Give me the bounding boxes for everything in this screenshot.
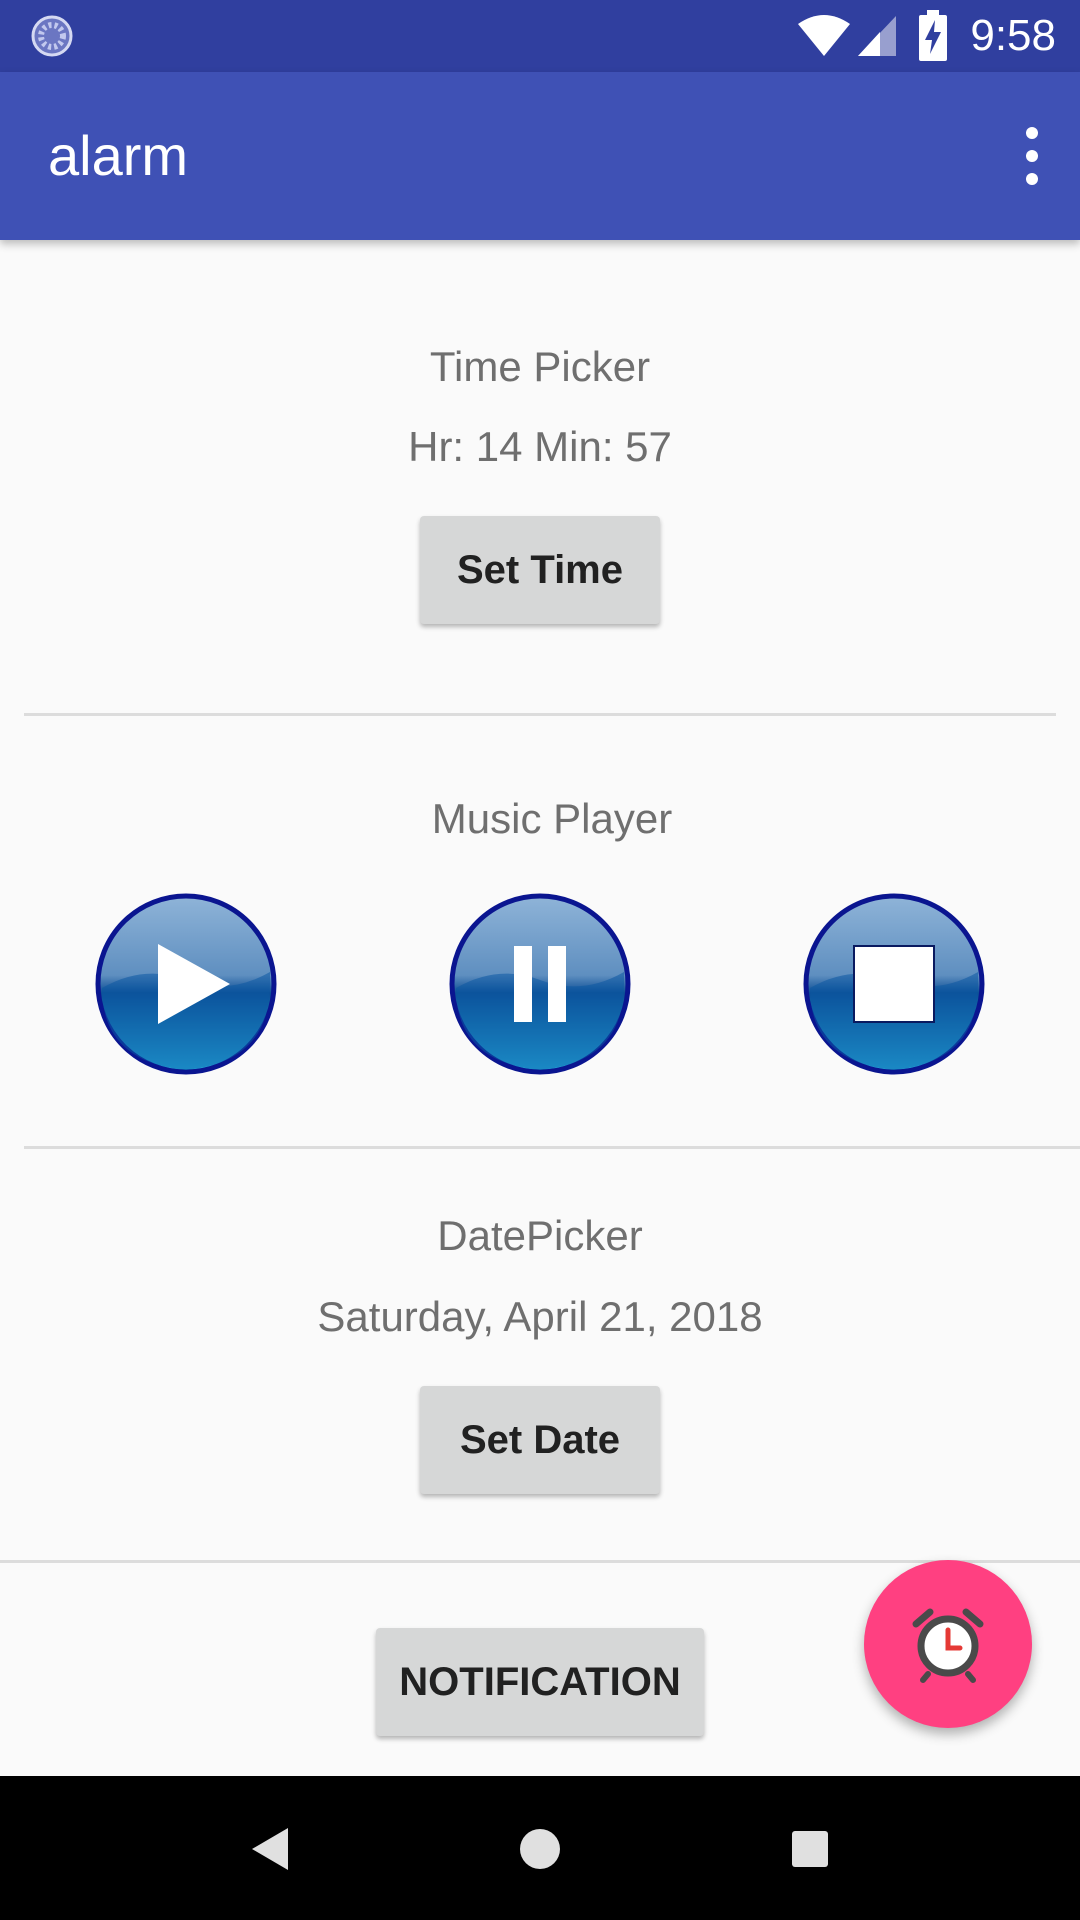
back-button[interactable]	[226, 1804, 316, 1894]
divider	[24, 713, 1056, 716]
alarm-clock-icon	[912, 1608, 984, 1683]
date-value: Saturday, April 21, 2018	[317, 1293, 763, 1340]
divider	[0, 1560, 1080, 1563]
set-date-button[interactable]: Set Date	[420, 1386, 660, 1494]
pause-icon	[449, 893, 631, 1075]
status-bar: 9:58	[0, 0, 1080, 72]
app-title: alarm	[48, 124, 189, 187]
sync-icon	[31, 15, 73, 57]
music-player-title: Music Player	[431, 795, 673, 842]
date-picker-title: DatePicker	[437, 1212, 643, 1259]
app-bar: alarm	[0, 72, 1080, 240]
time-value: Hr: 14 Min: 57	[408, 423, 672, 470]
battery-charging-icon	[919, 10, 947, 61]
set-time-button[interactable]: Set Time	[420, 516, 660, 624]
status-time: 9:58	[970, 11, 1056, 60]
overflow-menu-button[interactable]	[992, 120, 1056, 192]
cell-signal-icon	[858, 16, 896, 56]
recents-icon	[792, 1831, 828, 1867]
pause-button[interactable]	[448, 892, 632, 1076]
recents-button[interactable]	[765, 1804, 855, 1894]
alarm-fab[interactable]	[864, 1560, 1032, 1728]
stop-button[interactable]	[802, 892, 986, 1076]
home-button[interactable]	[495, 1804, 585, 1894]
notification-button[interactable]: NOTIFICATION	[376, 1628, 704, 1736]
divider	[24, 1146, 1080, 1149]
play-button[interactable]	[94, 892, 278, 1076]
navigation-bar	[0, 1776, 1080, 1920]
play-icon	[95, 893, 277, 1075]
time-picker-title: Time Picker	[429, 343, 651, 390]
more-vert-icon	[1026, 127, 1038, 185]
stop-icon	[803, 893, 985, 1075]
home-icon	[520, 1829, 560, 1869]
wifi-icon	[798, 15, 850, 56]
back-icon	[252, 1828, 288, 1870]
